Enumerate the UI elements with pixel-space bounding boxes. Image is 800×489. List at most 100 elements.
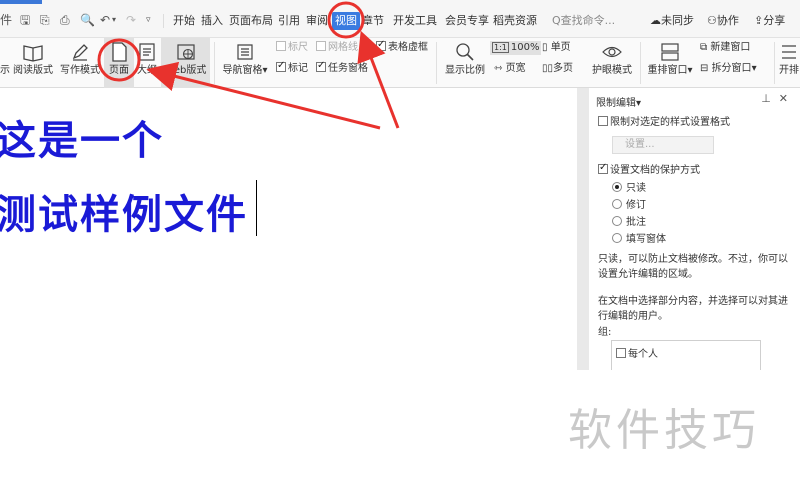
read-only-description: 只读，可以防止文档被修改。不过，你可以设置允许编辑的区域。 bbox=[598, 254, 788, 280]
page-view-button[interactable]: 页面 bbox=[104, 38, 134, 88]
tab-home[interactable]: 开始 bbox=[173, 13, 195, 29]
tab-insert[interactable]: 插入 bbox=[201, 13, 223, 29]
pane-controls: ⊥✕ bbox=[761, 92, 796, 105]
text-cursor bbox=[256, 180, 257, 236]
close-icon[interactable]: ✕ bbox=[779, 92, 796, 105]
document-line-2[interactable]: 测试样例文件 bbox=[0, 182, 248, 240]
cloud-icon: ☁ bbox=[650, 14, 661, 27]
checkbox-box bbox=[598, 116, 608, 126]
print-icon[interactable]: ⎙ bbox=[60, 12, 70, 28]
radio-comments[interactable]: 批注 bbox=[612, 216, 646, 230]
protect-doc-checkbox[interactable]: 设置文档的保护方式 bbox=[598, 161, 700, 178]
group-label: 组: bbox=[598, 327, 612, 338]
eye-icon bbox=[602, 46, 622, 58]
radio-fill-forms[interactable]: 填写窗体 bbox=[612, 233, 666, 247]
marks-checkbox[interactable]: 标记 bbox=[276, 59, 308, 76]
divider bbox=[163, 14, 164, 28]
view-mode-fragment[interactable]: 示 bbox=[0, 38, 10, 88]
settings-button[interactable]: 设置... bbox=[612, 136, 714, 154]
command-search[interactable]: Q查找命令... bbox=[552, 12, 640, 30]
pane-title[interactable]: 限制编辑▾ bbox=[596, 94, 641, 109]
table-gridlines-checkbox[interactable]: 表格虚框 bbox=[376, 38, 428, 55]
arrange-icon bbox=[782, 45, 796, 59]
gridlines-checkbox[interactable]: 网格线 bbox=[316, 41, 358, 55]
pen-icon bbox=[72, 44, 88, 61]
checkbox-checked bbox=[316, 59, 326, 73]
checkbox-box bbox=[316, 41, 326, 51]
ribbon-divider bbox=[436, 42, 437, 84]
ratio-icon: 1:1 bbox=[492, 42, 509, 53]
tab-references[interactable]: 引用 bbox=[278, 13, 300, 29]
export-icon[interactable]: ⎘ bbox=[40, 12, 50, 28]
checkbox-checked bbox=[598, 161, 608, 175]
everyone-checkbox[interactable]: 每个人 bbox=[616, 348, 658, 362]
eye-protect-button[interactable]: 护眼模式 bbox=[588, 38, 636, 88]
radio-unselected bbox=[612, 233, 622, 243]
multi-page-icon: ▯▯ bbox=[542, 63, 554, 74]
active-doc-tab-indicator bbox=[0, 0, 42, 4]
magnifier-icon bbox=[456, 43, 474, 61]
collab-button[interactable]: ⚇协作 bbox=[707, 13, 739, 29]
preview-icon[interactable]: 🔍 bbox=[80, 12, 95, 28]
new-window-button[interactable]: ⧉ 新建窗口 bbox=[700, 41, 750, 55]
tab-page-layout[interactable]: 页面布局 bbox=[229, 13, 273, 29]
split-window-button[interactable]: ⊟ 拆分窗口▾ bbox=[700, 62, 757, 76]
split-window-icon: ⊟ bbox=[700, 63, 712, 74]
quick-access-dropdown-icon[interactable]: ▿ bbox=[146, 12, 151, 28]
zoom-button[interactable]: 显示比例 bbox=[443, 38, 487, 88]
ribbon-divider bbox=[214, 42, 215, 84]
rearrange-windows-button[interactable]: 重排窗口▾ bbox=[644, 38, 696, 88]
checkbox-checked bbox=[276, 59, 286, 73]
checkbox-box bbox=[616, 348, 626, 358]
document-line-1[interactable]: 这是一个 bbox=[0, 108, 164, 166]
ribbon-divider bbox=[640, 42, 641, 84]
arrange-button-fragment[interactable]: 开排 bbox=[778, 38, 800, 88]
save-icon[interactable]: 🖫 bbox=[20, 12, 30, 28]
tab-developer[interactable]: 开发工具 bbox=[393, 13, 437, 29]
task-pane-checkbox[interactable]: 任务窗格 bbox=[316, 59, 368, 76]
page-width-button[interactable]: ⇿ 页宽 bbox=[494, 62, 526, 76]
page-width-icon: ⇿ bbox=[494, 63, 506, 74]
web-layout-button[interactable]: Web版式 bbox=[161, 38, 210, 88]
redo-icon[interactable]: ↷ bbox=[126, 12, 136, 28]
page-icon bbox=[112, 42, 127, 62]
new-window-icon: ⧉ bbox=[700, 42, 711, 53]
pane-scrollbar[interactable] bbox=[577, 88, 589, 370]
radio-unselected bbox=[612, 216, 622, 226]
edit-region-description: 在文档中选择部分内容，并选择可以对其进行编辑的用户。 bbox=[598, 296, 788, 322]
menu-bar: 件 🖫 ⎘ ⎙ 🔍 ↶ ▾ ↷ ▿ 开始 插入 页面布局 引用 审阅 视图 章节… bbox=[0, 0, 800, 38]
share-icon: ⇪ bbox=[754, 14, 764, 27]
reading-mode-button[interactable]: 阅读版式 bbox=[11, 38, 55, 88]
pin-icon[interactable]: ⊥ bbox=[761, 92, 779, 105]
single-page-icon: ▯ bbox=[542, 42, 551, 53]
share-button[interactable]: ⇪分享 bbox=[754, 13, 785, 29]
person-icon: ⚇ bbox=[707, 14, 717, 27]
watermark: 软件技巧 bbox=[568, 405, 760, 456]
tab-view[interactable]: 视图 bbox=[332, 12, 360, 30]
tab-sections[interactable]: 章节 bbox=[362, 13, 384, 29]
view-ribbon: 示 阅读版式 写作模式 页面 大纲 Web版式 导航窗格▾ 标尺 网格线 表格虚… bbox=[0, 38, 800, 88]
outline-button[interactable]: 大纲 bbox=[136, 38, 158, 88]
ruler-checkbox[interactable]: 标尺 bbox=[276, 41, 308, 55]
restrict-editing-pane: 限制编辑▾ ⊥✕ 限制对选定的样式设置格式 设置... 设置文档的保护方式 只读… bbox=[577, 88, 800, 370]
checkbox-box bbox=[276, 41, 286, 51]
tab-member[interactable]: 会员专享 bbox=[445, 13, 489, 29]
checkbox-checked bbox=[376, 38, 386, 52]
ribbon-divider bbox=[774, 42, 775, 84]
outline-icon bbox=[139, 43, 155, 61]
nav-pane-button[interactable]: 导航窗格▾ bbox=[219, 38, 271, 88]
zoom-100-button[interactable]: 1:1 100% bbox=[490, 41, 542, 55]
single-page-button[interactable]: ▯ 单页 bbox=[542, 41, 571, 55]
multi-page-button[interactable]: ▯▯多页 bbox=[542, 62, 573, 76]
undo-icon[interactable]: ↶ bbox=[100, 12, 110, 28]
file-menu-fragment[interactable]: 件 bbox=[0, 12, 12, 28]
tab-review[interactable]: 审阅 bbox=[306, 13, 328, 29]
sync-status[interactable]: ☁未同步 bbox=[650, 13, 694, 29]
radio-unselected bbox=[612, 199, 622, 209]
undo-dropdown-icon[interactable]: ▾ bbox=[112, 12, 116, 28]
writing-mode-button[interactable]: 写作模式 bbox=[58, 38, 102, 88]
restrict-format-checkbox[interactable]: 限制对选定的样式设置格式 bbox=[598, 116, 730, 130]
tab-docer[interactable]: 稻壳资源 bbox=[493, 13, 537, 29]
radio-track-changes[interactable]: 修订 bbox=[612, 199, 646, 213]
radio-read-only[interactable]: 只读 bbox=[612, 182, 646, 196]
